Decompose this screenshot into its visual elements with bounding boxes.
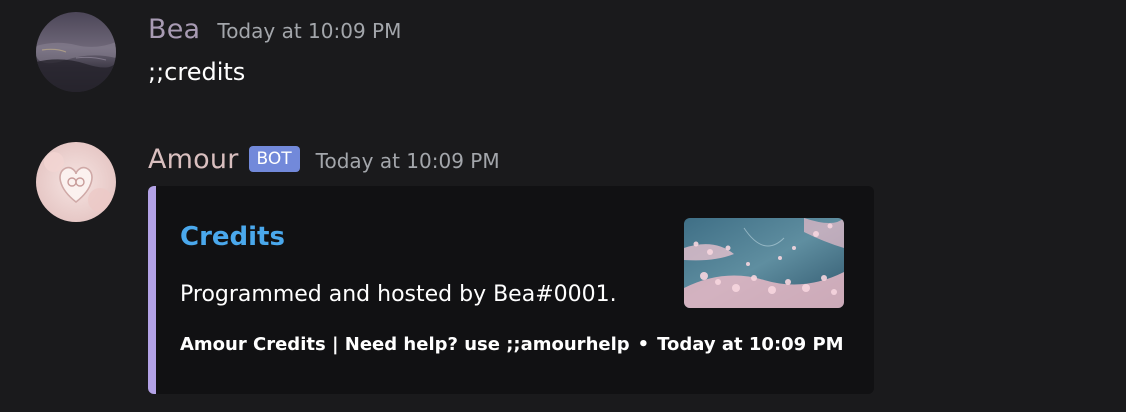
cherry-blossom-thumbnail (684, 218, 844, 308)
embed-description: Programmed and hosted by Bea#0001. (180, 282, 617, 307)
embed-title[interactable]: Credits (180, 222, 285, 252)
embed-accent-bar (148, 186, 156, 394)
username-bea[interactable]: Bea (148, 14, 200, 45)
footer-separator: • (637, 334, 650, 355)
message-header: Bea Today at 10:09 PM (148, 14, 401, 45)
embed-footer: Amour Credits | Need help? use ;;amourhe… (180, 334, 844, 355)
bot-tag: BOT (248, 146, 300, 172)
avatar-image-icon (36, 12, 116, 92)
message-timestamp: Today at 10:09 PM (315, 149, 500, 173)
chat-log: Bea Today at 10:09 PM ;;credits Amour BO… (0, 0, 1126, 412)
embed-footer-timestamp: Today at 10:09 PM (657, 334, 844, 355)
amour-avatar[interactable] (36, 142, 116, 222)
credits-embed: Credits Programmed and hosted by Bea#000… (148, 186, 874, 394)
avatar-image-icon (36, 142, 116, 222)
embed-thumbnail[interactable] (684, 218, 844, 308)
message-header: Amour BOT Today at 10:09 PM (148, 144, 500, 175)
message-content: ;;credits (148, 58, 246, 86)
bea-avatar[interactable] (36, 12, 116, 92)
embed-footer-text: Amour Credits | Need help? use ;;amourhe… (180, 334, 630, 355)
message-timestamp: Today at 10:09 PM (217, 19, 402, 43)
username-amour[interactable]: Amour (148, 144, 239, 175)
